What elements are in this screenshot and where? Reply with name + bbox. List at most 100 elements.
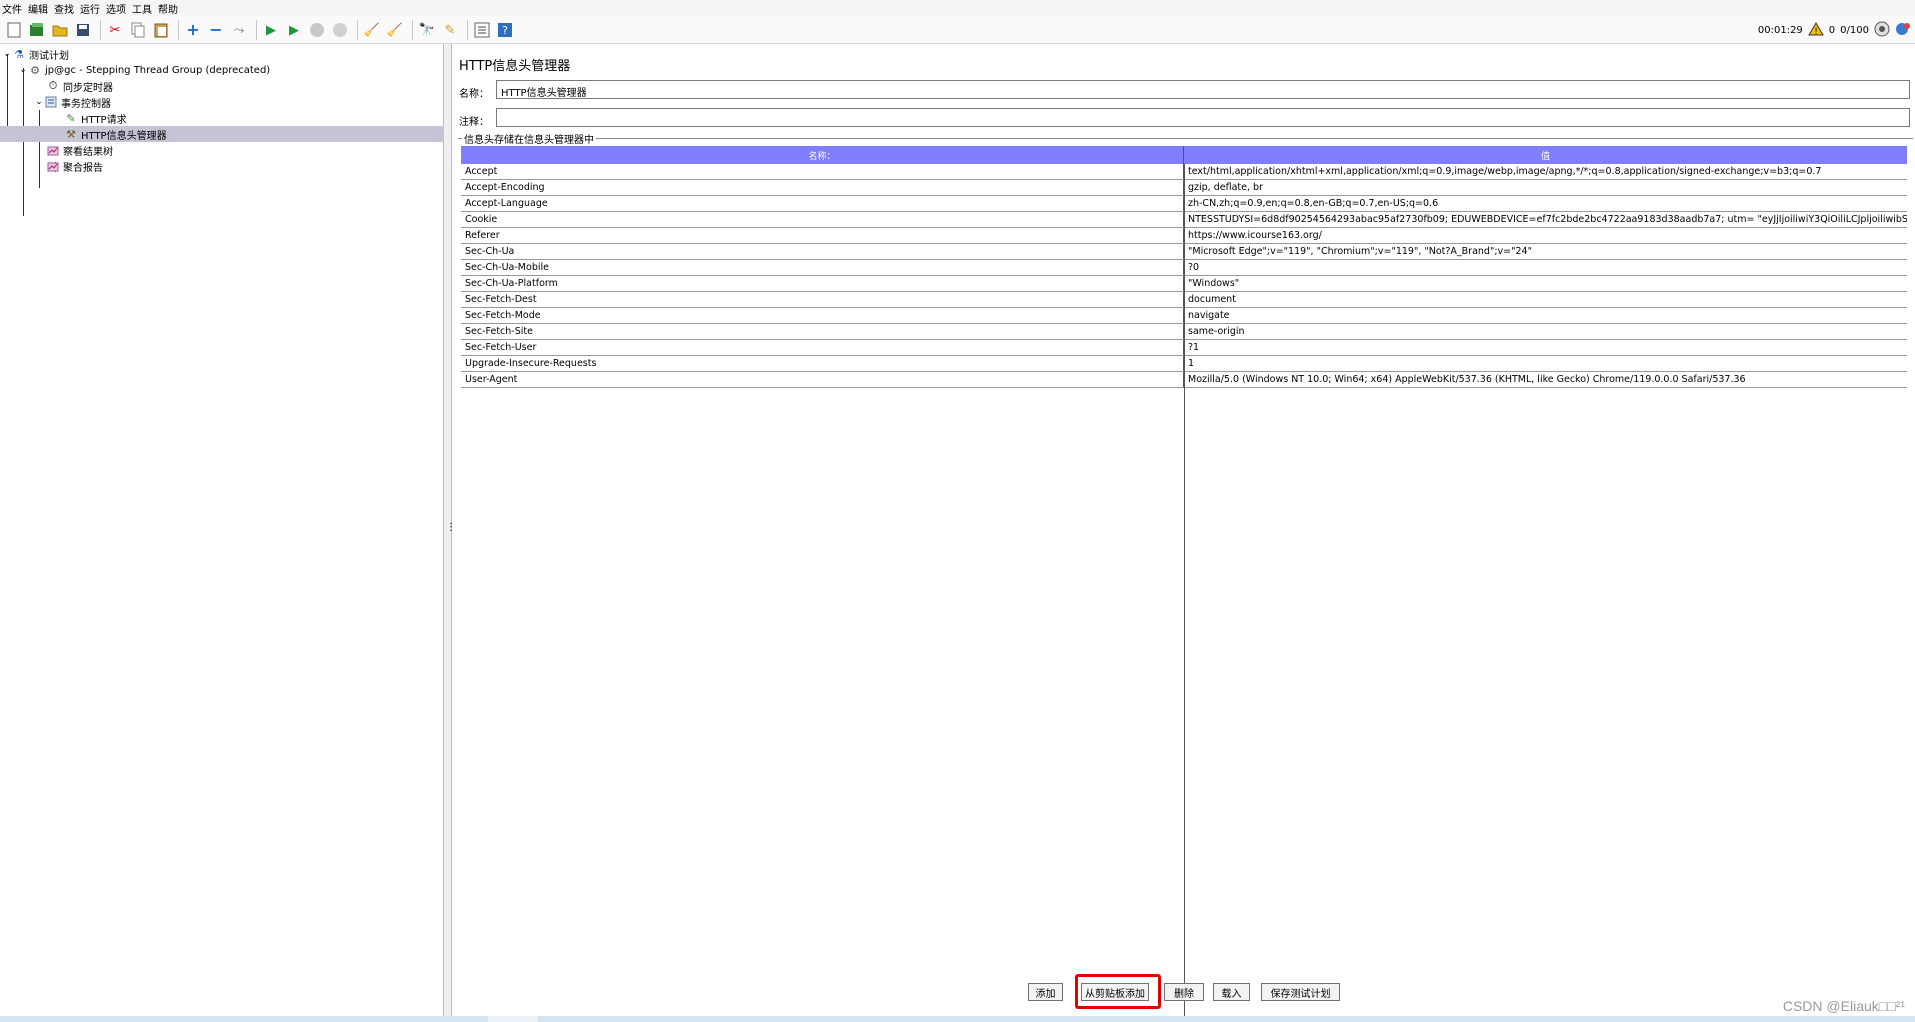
tree-expander[interactable]: ⌄ (34, 97, 44, 107)
tree-item-label: HTTP请求 (81, 114, 127, 126)
function-helper-icon[interactable] (472, 20, 492, 40)
header-value-cell[interactable]: NTESSTUDYSI=6d8df90254564293abac95af2730… (1184, 212, 1907, 227)
stop-icon[interactable] (307, 20, 327, 40)
header-name-cell[interactable]: Sec-Fetch-Dest (461, 292, 1184, 307)
header-name-cell[interactable]: Referer (461, 228, 1184, 243)
start-no-pause-icon[interactable]: ▶ (284, 20, 304, 40)
clear-all-icon[interactable]: 🧹 (385, 20, 405, 40)
header-value-cell[interactable]: same-origin (1184, 324, 1907, 339)
delete-button[interactable]: 删除 (1164, 983, 1204, 1001)
header-name-cell[interactable]: Sec-Fetch-Site (461, 324, 1184, 339)
header-value-cell[interactable]: "Windows" (1184, 276, 1907, 291)
search-icon[interactable]: 🔭 (417, 20, 437, 40)
header-name-cell[interactable]: User-Agent (461, 372, 1184, 387)
name-field[interactable]: HTTP信息头管理器 (496, 80, 1910, 99)
save-test-plan-button[interactable]: 保存测试计划 (1261, 983, 1340, 1001)
tree-item-sync-timer[interactable]: ⏱ 同步定时器 (46, 78, 490, 94)
tree-item-http-request[interactable]: ✎ HTTP请求 (64, 110, 508, 126)
collapse-icon[interactable]: − (206, 20, 226, 40)
header-value-cell[interactable]: navigate (1184, 308, 1907, 323)
header-name-cell[interactable]: Sec-Ch-Ua (461, 244, 1184, 259)
column-divider (1184, 164, 1185, 1018)
menu-tools[interactable]: 工具 (132, 1, 152, 16)
warning-icon[interactable]: ! (1807, 21, 1824, 39)
header-value-cell[interactable]: https://www.icourse163.org/ (1184, 228, 1907, 243)
start-icon[interactable]: ▶ (261, 20, 281, 40)
header-name-cell[interactable]: Cookie (461, 212, 1184, 227)
taskbar-strip (0, 1016, 1915, 1022)
header-value-cell[interactable]: "Microsoft Edge";v="119", "Chromium";v="… (1184, 244, 1907, 259)
header-value-cell[interactable]: 1 (1184, 356, 1907, 371)
clear-icon[interactable]: 🧹 (362, 20, 382, 40)
tree-item-label: HTTP信息头管理器 (81, 130, 167, 142)
comment-field[interactable] (496, 108, 1910, 127)
header-value-cell[interactable]: zh-CN,zh;q=0.9,en;q=0.8,en-GB;q=0.7,en-U… (1184, 196, 1907, 211)
name-label: 名称： (459, 89, 489, 100)
listener-icon (46, 143, 60, 157)
cut-icon[interactable]: ✂ (105, 20, 125, 40)
tree-item-label: 测试计划 (29, 50, 69, 62)
toggle-icon[interactable]: ⤳ (229, 20, 249, 40)
header-name-cell[interactable]: Accept-Encoding (461, 180, 1184, 195)
expand-icon[interactable]: + (183, 20, 203, 40)
controller-icon (44, 95, 58, 109)
header-value-cell[interactable]: ?1 (1184, 340, 1907, 355)
column-header-name[interactable]: 名称： (461, 146, 1184, 164)
remote-status-icon (1874, 21, 1890, 40)
svg-text:!: ! (1814, 27, 1818, 36)
header-name-cell[interactable]: Upgrade-Insecure-Requests (461, 356, 1184, 371)
tree-item-thread-group[interactable]: ⌄ ⚙ jp@gc - Stepping Thread Group (depre… (18, 62, 462, 78)
panel-splitter[interactable]: ⋮ (444, 44, 456, 1016)
new-icon[interactable] (4, 20, 24, 40)
panel-title: HTTP信息头管理器 (459, 59, 571, 74)
menu-search[interactable]: 查找 (54, 1, 74, 16)
tree-item-label: jp@gc - Stepping Thread Group (deprecate… (45, 64, 271, 76)
run-status: 00:01:29 ! 0 0/100 (1758, 20, 1911, 40)
listener-icon (46, 159, 60, 173)
copy-icon[interactable] (128, 20, 148, 40)
warning-count: 0 (1828, 24, 1836, 36)
thread-count: 0/100 (1840, 24, 1869, 36)
shutdown-icon[interactable] (330, 20, 350, 40)
column-header-value[interactable]: 值 (1184, 146, 1907, 164)
remote-hosts-icon[interactable] (1895, 21, 1911, 40)
watermark: CSDN @Eliauk□□²¹ (1782, 998, 1905, 1014)
menu-options[interactable]: 选项 (106, 1, 126, 16)
load-button[interactable]: 载入 (1213, 983, 1250, 1001)
header-value-cell[interactable]: Mozilla/5.0 (Windows NT 10.0; Win64; x64… (1184, 372, 1907, 387)
tree-item-transaction-controller[interactable]: ⌄ 事务控制器 (34, 94, 478, 110)
header-name-cell[interactable]: Sec-Ch-Ua-Platform (461, 276, 1184, 291)
menu-help[interactable]: 帮助 (158, 1, 178, 16)
open-icon[interactable] (50, 20, 70, 40)
header-name-cell[interactable]: Sec-Fetch-Mode (461, 308, 1184, 323)
pipette-icon: ✎ (66, 111, 76, 125)
header-value-cell[interactable]: text/html,application/xhtml+xml,applicat… (1184, 164, 1907, 179)
header-name-cell[interactable]: Sec-Ch-Ua-Mobile (461, 260, 1184, 275)
reset-search-icon[interactable]: ✎ (440, 20, 460, 40)
header-value-cell[interactable]: ?0 (1184, 260, 1907, 275)
menu-run[interactable]: 运行 (80, 1, 100, 16)
header-name-cell[interactable]: Accept-Language (461, 196, 1184, 211)
help-icon[interactable]: ? (495, 20, 515, 40)
tree-item-http-header-manager[interactable]: ⚒ HTTP信息头管理器 (0, 126, 444, 142)
menu-file[interactable]: 文件 (2, 1, 22, 16)
paste-icon[interactable] (151, 20, 171, 40)
tree-item-aggregate-report[interactable]: 聚合报告 (46, 158, 490, 174)
tree-expander[interactable]: ⌄ (18, 65, 28, 75)
toolbar: ✂ + − ⤳ ▶ ▶ 🧹 🧹 🔭 ✎ ? 00:01:29 ! 0 0/100 (0, 16, 1915, 44)
menu-edit[interactable]: 编辑 (28, 1, 48, 16)
header-value-cell[interactable]: gzip, deflate, br (1184, 180, 1907, 195)
menu-bar: 文件 编辑 查找 运行 选项 工具 帮助 (0, 0, 1915, 16)
header-name-cell[interactable]: Accept (461, 164, 1184, 179)
tree-expander[interactable]: ⌄ (2, 49, 12, 59)
header-value-cell[interactable]: document (1184, 292, 1907, 307)
tree-item-label: 聚合报告 (63, 162, 103, 174)
tree-item-test-plan[interactable]: ⌄ ⚗ 测试计划 (2, 46, 446, 62)
add-button[interactable]: 添加 (1028, 983, 1063, 1001)
save-icon[interactable] (73, 20, 93, 40)
header-name-cell[interactable]: Sec-Fetch-User (461, 340, 1184, 355)
wrench-icon: ⚒ (66, 127, 76, 141)
test-plan-tree: ⌄ ⚗ 测试计划 ⌄ ⚙ jp@gc - Stepping Thread Gro… (0, 44, 444, 1016)
templates-icon[interactable] (27, 20, 47, 40)
tree-item-view-results-tree[interactable]: 察看结果树 (46, 142, 490, 158)
